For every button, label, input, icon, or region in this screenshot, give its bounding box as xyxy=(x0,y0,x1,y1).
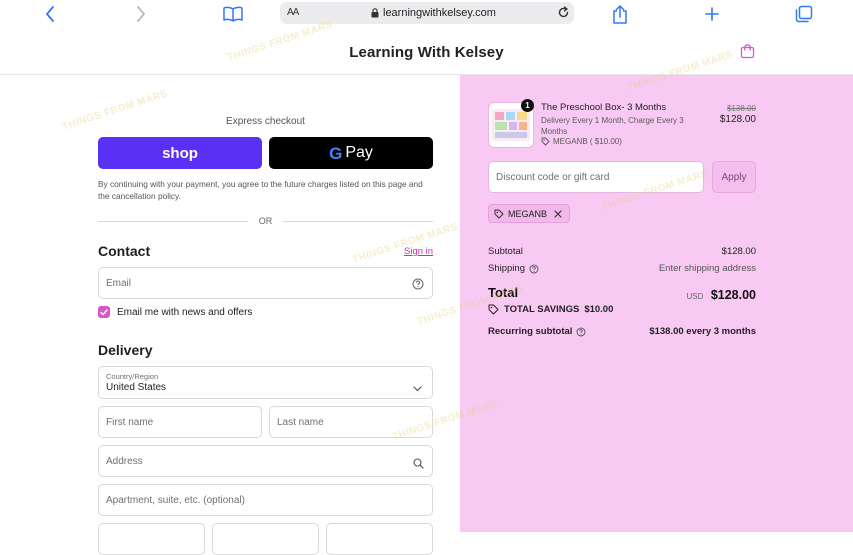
share-icon[interactable] xyxy=(609,4,631,24)
applied-discount-tag: MEGANB xyxy=(488,204,571,223)
express-checkout-label: Express checkout xyxy=(226,116,305,127)
tag-icon xyxy=(541,137,550,146)
city-field[interactable] xyxy=(98,523,205,555)
or-divider: OR xyxy=(98,216,433,226)
savings-label: TOTAL SAVINGS xyxy=(504,304,580,315)
help-circle-icon[interactable] xyxy=(412,277,424,295)
tag-icon xyxy=(488,304,499,315)
address-placeholder: Address xyxy=(106,456,143,467)
payment-disclaimer: By continuing with your payment, you agr… xyxy=(98,179,423,201)
product-discount-text: MEGANB ( $10.00) xyxy=(553,137,622,146)
apply-discount-button[interactable]: Apply xyxy=(712,161,756,193)
country-label: Country/Region xyxy=(106,372,159,381)
product-subtitle: Delivery Every 1 Month, Charge Every 3 M… xyxy=(541,116,684,136)
tag-icon xyxy=(494,209,504,218)
recurring-label: Recurring subtotal xyxy=(488,326,573,337)
watermark: THINGS FROM MARS xyxy=(350,221,460,266)
apply-label: Apply xyxy=(721,171,747,183)
apartment-placeholder: Apartment, suite, etc. (optional) xyxy=(106,495,245,506)
quantity-badge: 1 xyxy=(521,99,534,112)
shopping-bag-icon[interactable] xyxy=(740,43,755,64)
subtotal-label: Subtotal xyxy=(488,246,523,257)
address-field[interactable]: Address xyxy=(98,445,433,477)
email-field[interactable]: Email xyxy=(98,267,433,299)
forward-chevron-icon[interactable] xyxy=(130,4,152,24)
remove-discount-icon[interactable] xyxy=(554,209,562,218)
check-icon xyxy=(100,308,108,315)
chevron-down-icon xyxy=(413,379,422,397)
url-text: learningwithkelsey.com xyxy=(383,7,496,19)
shop-pay-button[interactable]: shop xyxy=(98,137,262,169)
recurring-value: $138.00 every 3 months xyxy=(649,326,756,337)
reader-aa-button[interactable]: AA xyxy=(287,7,299,18)
total-savings: TOTAL SAVINGS $10.00 xyxy=(488,304,613,315)
google-pay-label: Pay xyxy=(345,144,373,161)
search-icon xyxy=(413,456,424,474)
product-price: $128.00 xyxy=(719,114,756,125)
country-value: United States xyxy=(106,382,167,393)
total-value: $128.00 xyxy=(710,288,756,302)
total-amount: USD $128.00 xyxy=(640,286,756,304)
apartment-field[interactable]: Apartment, suite, etc. (optional) xyxy=(98,484,433,516)
original-price: $138.00 xyxy=(727,104,756,113)
product-discount: MEGANB ( $10.00) xyxy=(541,137,622,146)
shipping-label: Shipping xyxy=(488,263,525,274)
newsletter-label[interactable]: Email me with news and offers xyxy=(117,307,252,318)
lock-icon xyxy=(371,8,379,21)
reload-icon[interactable] xyxy=(557,6,570,22)
email-placeholder: Email xyxy=(106,278,132,289)
newsletter-checkbox[interactable] xyxy=(98,306,110,318)
discount-placeholder: Discount code or gift card xyxy=(496,172,610,183)
browser-toolbar: AA learningwithkelsey.com xyxy=(0,0,853,28)
google-g-icon: G xyxy=(329,143,343,163)
shipping-value: Enter shipping address xyxy=(658,263,756,274)
google-pay-button[interactable]: G Pay xyxy=(269,137,433,169)
help-circle-icon[interactable] xyxy=(576,327,586,337)
first-name-placeholder: First name xyxy=(106,417,154,428)
new-tab-plus-icon[interactable] xyxy=(701,4,723,24)
bookmarks-book-icon[interactable] xyxy=(222,4,244,24)
currency-code: USD xyxy=(686,292,704,301)
delivery-heading: Delivery xyxy=(98,342,153,358)
contact-heading: Contact xyxy=(98,243,151,259)
recurring-row-label: Recurring subtotal xyxy=(488,326,586,337)
back-chevron-icon[interactable] xyxy=(39,4,61,24)
or-label: OR xyxy=(258,216,273,226)
savings-value: $10.00 xyxy=(584,304,614,315)
product-title: The Preschool Box- 3 Months xyxy=(541,102,667,113)
last-name-placeholder: Last name xyxy=(277,417,324,428)
first-name-field[interactable]: First name xyxy=(98,406,262,438)
country-select[interactable]: Country/Region United States xyxy=(98,366,433,399)
zip-field[interactable] xyxy=(326,523,433,555)
help-circle-icon[interactable] xyxy=(529,264,539,274)
shipping-row-label: Shipping xyxy=(488,263,539,274)
shop-pay-label: shop xyxy=(162,144,198,162)
applied-code: MEGANB xyxy=(508,208,548,219)
tabs-overview-icon[interactable] xyxy=(793,4,815,24)
subtotal-value: $128.00 xyxy=(721,246,756,257)
state-field[interactable] xyxy=(212,523,319,555)
